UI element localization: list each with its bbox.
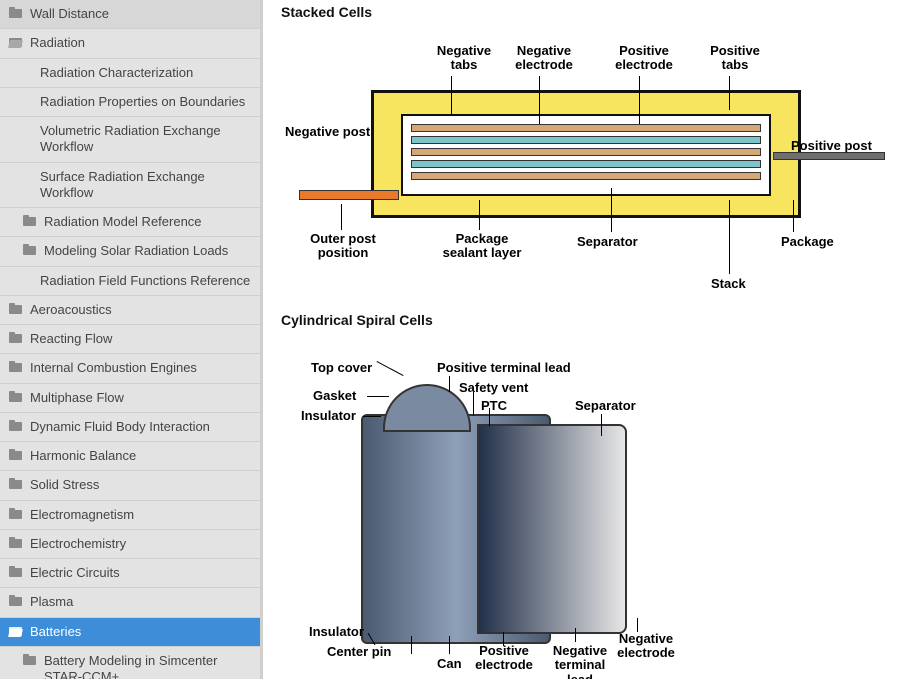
label-negative-electrode-cyl: Negative electrode	[611, 632, 681, 661]
tree-item-wall-distance[interactable]: Wall Distance	[0, 0, 260, 29]
tree-item-label: Electric Circuits	[30, 565, 256, 581]
tree-item-plasma[interactable]: Plasma	[0, 588, 260, 617]
folder-open-icon	[8, 36, 24, 50]
tree-item-batteries[interactable]: Batteries	[0, 618, 260, 647]
label-ptc: PTC	[481, 398, 507, 413]
cylindrical-cells-heading: Cylindrical Spiral Cells	[281, 312, 903, 328]
tree-item-electric-circuits[interactable]: Electric Circuits	[0, 559, 260, 588]
tree-item-multiphase-flow[interactable]: Multiphase Flow	[0, 384, 260, 413]
tree-item-label: Multiphase Flow	[30, 390, 256, 406]
label-can: Can	[437, 656, 462, 671]
folder-closed-icon	[8, 537, 24, 551]
tree-item-aeroacoustics[interactable]: Aeroacoustics	[0, 296, 260, 325]
label-positive-post: Positive post	[791, 138, 872, 153]
tree-item-label: Aeroacoustics	[30, 302, 256, 318]
label-negative-post: Negative post	[285, 124, 370, 139]
tree-item-radiation-characterization[interactable]: Radiation Characterization	[0, 59, 260, 88]
tree-item-label: Electrochemistry	[30, 536, 256, 552]
folder-closed-icon	[8, 332, 24, 346]
tree-item-radiation-field-functions-reference[interactable]: Radiation Field Functions Reference	[0, 267, 260, 296]
tree-item-surface-radiation-exchange-workflow[interactable]: Surface Radiation Exchange Workflow	[0, 163, 260, 209]
label-safety-vent: Safety vent	[459, 380, 528, 395]
tree-item-label: Modeling Solar Radiation Loads	[44, 243, 256, 259]
tree-item-label: Batteries	[30, 624, 256, 640]
content-pane: Stacked Cells Negative post Negative tab…	[263, 0, 913, 679]
label-positive-electrode: Positive electrode	[609, 44, 679, 73]
label-separator: Separator	[577, 234, 638, 249]
label-negative-tabs: Negative tabs	[429, 44, 499, 73]
tree-item-label: Electromagnetism	[30, 507, 256, 523]
folder-closed-icon	[8, 566, 24, 580]
folder-closed-icon	[8, 303, 24, 317]
tree-item-radiation[interactable]: Radiation	[0, 29, 260, 58]
folder-closed-icon	[8, 361, 24, 375]
folder-closed-icon	[8, 391, 24, 405]
tree-item-radiation-model-reference[interactable]: Radiation Model Reference	[0, 208, 260, 237]
tree-item-label: Radiation Characterization	[40, 65, 256, 81]
label-outer-post-position: Outer post position	[305, 232, 381, 261]
folder-closed-icon	[8, 595, 24, 609]
folder-closed-icon	[22, 215, 38, 229]
tree-item-label: Harmonic Balance	[30, 448, 256, 464]
tree-item-solid-stress[interactable]: Solid Stress	[0, 471, 260, 500]
tree-item-radiation-properties-on-boundaries[interactable]: Radiation Properties on Boundaries	[0, 88, 260, 117]
label-separator-cyl: Separator	[575, 398, 636, 413]
stacked-cells-diagram: Negative post Negative tabs Negative ele…	[281, 28, 891, 308]
tree-item-harmonic-balance[interactable]: Harmonic Balance	[0, 442, 260, 471]
tree-item-label: Radiation Field Functions Reference	[40, 273, 256, 289]
tree-item-label: Radiation Properties on Boundaries	[40, 94, 256, 110]
label-center-pin: Center pin	[327, 644, 391, 659]
tree-item-label: Wall Distance	[30, 6, 256, 22]
folder-open-icon	[8, 625, 24, 639]
tree-item-label: Plasma	[30, 594, 256, 610]
tree-item-label: Solid Stress	[30, 477, 256, 493]
tree-item-label: Surface Radiation Exchange Workflow	[40, 169, 256, 202]
label-gasket: Gasket	[313, 388, 356, 403]
label-insulator-top: Insulator	[301, 408, 356, 423]
label-positive-electrode-cyl: Positive electrode	[469, 644, 539, 673]
stacked-cells-heading: Stacked Cells	[281, 4, 903, 20]
folder-closed-icon	[22, 244, 38, 258]
folder-closed-icon	[8, 420, 24, 434]
label-positive-tabs: Positive tabs	[705, 44, 765, 73]
label-stack: Stack	[711, 276, 746, 291]
folder-closed-icon	[8, 478, 24, 492]
tree-item-volumetric-radiation-exchange-workflow[interactable]: Volumetric Radiation Exchange Workflow	[0, 117, 260, 163]
folder-closed-icon	[8, 7, 24, 21]
tree-item-label: Radiation Model Reference	[44, 214, 256, 230]
tree-item-modeling-solar-radiation-loads[interactable]: Modeling Solar Radiation Loads	[0, 237, 260, 266]
folder-closed-icon	[22, 654, 38, 668]
tree-item-battery-modeling-in-simcenter-star-ccm[interactable]: Battery Modeling in Simcenter STAR-CCM+	[0, 647, 260, 679]
label-package-sealant-layer: Package sealant layer	[437, 232, 527, 261]
folder-closed-icon	[8, 449, 24, 463]
tree-item-electrochemistry[interactable]: Electrochemistry	[0, 530, 260, 559]
tree-item-label: Radiation	[30, 35, 256, 51]
tree-item-internal-combustion-engines[interactable]: Internal Combustion Engines	[0, 354, 260, 383]
label-package: Package	[781, 234, 834, 249]
label-positive-terminal-lead: Positive terminal lead	[437, 360, 571, 375]
tree-item-label: Volumetric Radiation Exchange Workflow	[40, 123, 256, 156]
tree-item-label: Battery Modeling in Simcenter STAR-CCM+	[44, 653, 256, 679]
navigation-tree[interactable]: Wall Distance Radiation Radiation Characte…	[0, 0, 263, 679]
tree-item-dynamic-fluid-body-interaction[interactable]: Dynamic Fluid Body Interaction	[0, 413, 260, 442]
tree-item-electromagnetism[interactable]: Electromagnetism	[0, 501, 260, 530]
cylindrical-cells-diagram: Top cover Positive terminal lead Safety …	[281, 336, 891, 679]
label-top-cover: Top cover	[311, 360, 372, 375]
label-insulator-bottom: Insulator	[309, 624, 364, 639]
label-negative-electrode: Negative electrode	[509, 44, 579, 73]
tree-item-reacting-flow[interactable]: Reacting Flow	[0, 325, 260, 354]
tree-item-label: Dynamic Fluid Body Interaction	[30, 419, 256, 435]
tree-item-label: Reacting Flow	[30, 331, 256, 347]
label-negative-terminal-lead: Negative terminal lead	[545, 644, 615, 679]
folder-closed-icon	[8, 508, 24, 522]
tree-item-label: Internal Combustion Engines	[30, 360, 256, 376]
